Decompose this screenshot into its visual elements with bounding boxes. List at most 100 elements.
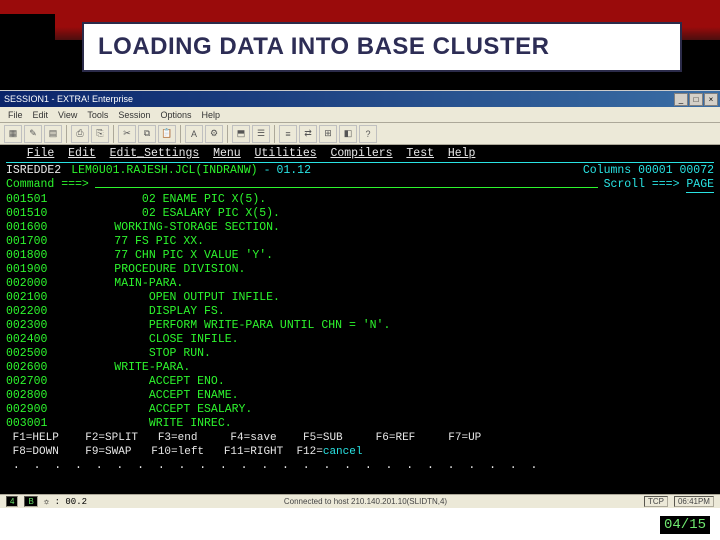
toolbar-button[interactable]: ≡ xyxy=(279,125,297,143)
code-line[interactable]: 002900 ACCEPT ESALARY. xyxy=(6,403,714,417)
menu-edit[interactable]: Edit xyxy=(33,110,49,120)
code-line[interactable]: 002700 ACCEPT ENO. xyxy=(6,375,714,389)
line-text: ACCEPT ENO. xyxy=(66,375,225,389)
dots-row: . . . . . . . . . . . . . . . . . . . . … xyxy=(6,459,714,473)
slide-title: LOADING DATA INTO BASE CLUSTER xyxy=(98,33,549,61)
line-number: 002000 xyxy=(6,277,66,291)
scroll-label: Scroll ===> xyxy=(604,178,680,193)
toolbar-button[interactable]: ⎙ xyxy=(71,125,89,143)
toolbar-button[interactable]: ? xyxy=(359,125,377,143)
line-number: 001600 xyxy=(6,221,66,235)
toolbar-button[interactable]: ▤ xyxy=(44,125,62,143)
ispf-header: ISREDDE2 LEM0U01.RAJESH.JCL(INDRANW) - 0… xyxy=(6,164,714,178)
toolbar-button[interactable]: ⎘ xyxy=(91,125,109,143)
line-text: 02 ESALARY PIC X(5). xyxy=(66,207,280,221)
window-titlebar[interactable]: SESSION1 - EXTRA! Enterprise _ □ × xyxy=(0,91,720,107)
menu-options[interactable]: Options xyxy=(160,110,191,120)
line-number: 002100 xyxy=(6,291,66,305)
slide-counter: 04/15 xyxy=(660,516,710,534)
line-number: 002700 xyxy=(6,375,66,389)
menu-file[interactable]: File xyxy=(8,110,23,120)
toolbar-button[interactable]: ⊞ xyxy=(319,125,337,143)
line-number: 001900 xyxy=(6,263,66,277)
toolbar-button[interactable]: ⧉ xyxy=(138,125,156,143)
code-line[interactable]: 003001 WRITE INREC. xyxy=(6,417,714,431)
terminal[interactable]: File Edit Edit_Settings Menu Utilities C… xyxy=(0,145,720,494)
code-line[interactable]: 001900 PROCEDURE DIVISION. xyxy=(6,263,714,277)
line-text: CLOSE INFILE. xyxy=(66,333,239,347)
line-number: 002200 xyxy=(6,305,66,319)
code-line[interactable]: 002500 STOP RUN. xyxy=(6,347,714,361)
line-text: OPEN OUTPUT INFILE. xyxy=(66,291,280,305)
code-line[interactable]: 002600 WRITE-PARA. xyxy=(6,361,714,375)
ispf-dataset: LEM0U01.RAJESH.JCL(INDRANW) xyxy=(71,164,257,178)
window-toolbar: ▦ ✎ ▤ ⎙ ⎘ ✂ ⧉ 📋 A ⚙ ⬒ ☰ ≡ ⇄ ⊞ ◧ ? xyxy=(0,123,720,145)
maximize-button[interactable]: □ xyxy=(689,93,703,106)
line-text: PERFORM WRITE-PARA UNTIL CHN = 'N'. xyxy=(66,319,390,333)
line-text: WORKING-STORAGE SECTION. xyxy=(66,221,280,235)
code-line[interactable]: 002000 MAIN-PARA. xyxy=(6,277,714,291)
code-line[interactable]: 001600 WORKING-STORAGE SECTION. xyxy=(6,221,714,235)
line-number: 001700 xyxy=(6,235,66,249)
code-line[interactable]: 002300 PERFORM WRITE-PARA UNTIL CHN = 'N… xyxy=(6,319,714,333)
toolbar-button[interactable]: ◧ xyxy=(339,125,357,143)
line-text: ACCEPT ENAME. xyxy=(66,389,239,403)
code-line[interactable]: 001700 77 FS PIC XX. xyxy=(6,235,714,249)
line-text: STOP RUN. xyxy=(66,347,211,361)
line-number: 001501 xyxy=(6,193,66,207)
line-text: WRITE INREC. xyxy=(66,417,232,431)
fkey-row-1: F1=HELP F2=SPLIT F3=end F4=save F5=SUB F… xyxy=(6,431,714,445)
minimize-button[interactable]: _ xyxy=(674,93,688,106)
menu-session[interactable]: Session xyxy=(118,110,150,120)
status-cell-b: B xyxy=(24,496,37,507)
fkey-row-2: F8=DOWN F9=SWAP F10=left F11=RIGHT F12=c… xyxy=(6,445,714,459)
line-number: 002300 xyxy=(6,319,66,333)
emulator-window: SESSION1 - EXTRA! Enterprise _ □ × File … xyxy=(0,90,720,508)
code-line[interactable]: 002800 ACCEPT ENAME. xyxy=(6,389,714,403)
line-text: 77 FS PIC XX. xyxy=(66,235,204,249)
code-line[interactable]: 001800 77 CHN PIC X VALUE 'Y'. xyxy=(6,249,714,263)
status-clock: ☼ : 00.2 xyxy=(44,497,87,507)
ispf-menu[interactable]: File Edit Edit_Settings Menu Utilities C… xyxy=(6,147,714,161)
line-number: 003001 xyxy=(6,417,66,431)
line-text: 77 CHN PIC X VALUE 'Y'. xyxy=(66,249,273,263)
close-button[interactable]: × xyxy=(704,93,718,106)
menu-help[interactable]: Help xyxy=(201,110,220,120)
status-cell-a: 4 xyxy=(6,496,18,507)
status-connection: Connected to host 210.140.201.10(SLIDTN,… xyxy=(284,497,447,506)
line-text: PROCEDURE DIVISION. xyxy=(66,263,245,277)
window-title: SESSION1 - EXTRA! Enterprise xyxy=(2,94,133,104)
line-text: ACCEPT ESALARY. xyxy=(66,403,252,417)
toolbar-button[interactable]: ✎ xyxy=(24,125,42,143)
window-statusbar: 4 B ☼ : 00.2 Connected to host 210.140.2… xyxy=(0,494,720,508)
code-line[interactable]: 002100 OPEN OUTPUT INFILE. xyxy=(6,291,714,305)
command-label: Command ===> xyxy=(6,178,89,193)
line-number: 001510 xyxy=(6,207,66,221)
slide-title-box: LOADING DATA INTO BASE CLUSTER xyxy=(82,22,682,72)
menu-tools[interactable]: Tools xyxy=(87,110,108,120)
line-number: 002800 xyxy=(6,389,66,403)
code-line[interactable]: 002400 CLOSE INFILE. xyxy=(6,333,714,347)
status-proto: TCP xyxy=(644,496,668,507)
toolbar-button[interactable]: ⚙ xyxy=(205,125,223,143)
toolbar-button[interactable]: ☰ xyxy=(252,125,270,143)
window-menubar: File Edit View Tools Session Options Hel… xyxy=(0,107,720,123)
toolbar-button[interactable]: ⬒ xyxy=(232,125,250,143)
ispf-command-row: Command ===> Scroll ===> PAGE xyxy=(6,178,714,193)
code-line[interactable]: 001510 02 ESALARY PIC X(5). xyxy=(6,207,714,221)
toolbar-button[interactable]: A xyxy=(185,125,203,143)
code-line[interactable]: 001501 02 ENAME PIC X(5). xyxy=(6,193,714,207)
command-input[interactable] xyxy=(95,178,598,188)
toolbar-button[interactable]: ✂ xyxy=(118,125,136,143)
code-line[interactable]: 002200 DISPLAY FS. xyxy=(6,305,714,319)
line-text: 02 ENAME PIC X(5). xyxy=(66,193,266,207)
line-number: 002600 xyxy=(6,361,66,375)
scroll-value[interactable]: PAGE xyxy=(686,178,714,193)
line-text: MAIN-PARA. xyxy=(66,277,183,291)
toolbar-button[interactable]: ▦ xyxy=(4,125,22,143)
toolbar-button[interactable]: 📋 xyxy=(158,125,176,143)
toolbar-button[interactable]: ⇄ xyxy=(299,125,317,143)
menu-view[interactable]: View xyxy=(58,110,77,120)
ispf-version: 01.12 xyxy=(276,164,311,178)
ispf-version-sep: - xyxy=(264,164,271,178)
